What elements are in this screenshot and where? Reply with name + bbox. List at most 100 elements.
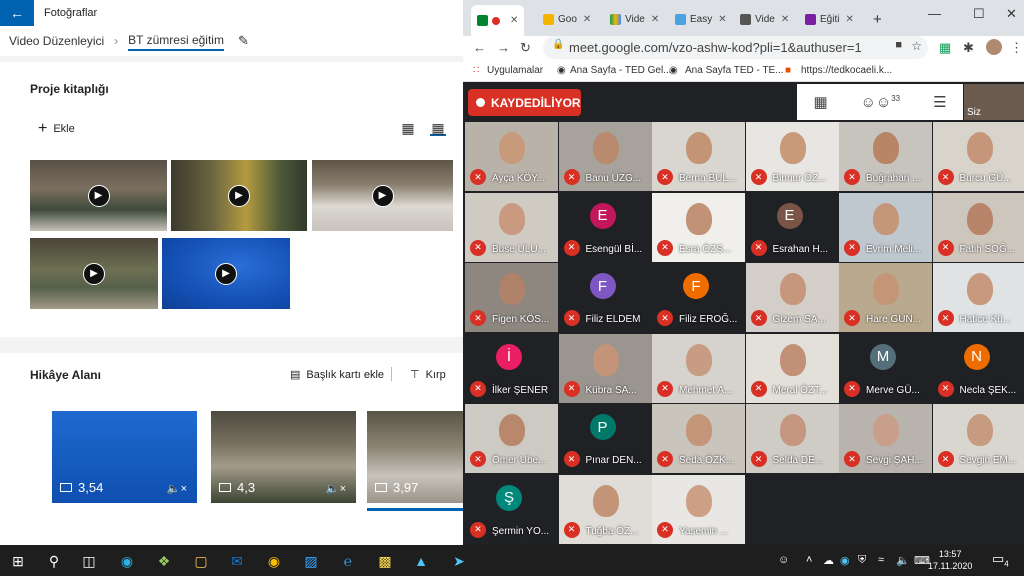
participant-tile[interactable]: ✕ Burcu GÜ... xyxy=(932,122,1024,191)
participant-tile[interactable]: F ✕ Filiz ELDEM xyxy=(558,263,652,332)
add-button[interactable]: + Ekle xyxy=(38,120,75,138)
photos-app-icon[interactable]: ▲ xyxy=(412,552,430,570)
sticky-notes-icon[interactable]: ▩ xyxy=(376,552,394,570)
tab-education[interactable]: Eğiti ✕ xyxy=(805,8,854,30)
breadcrumb-video-editor[interactable]: Video Düzenleyici xyxy=(9,34,104,48)
participant-tile[interactable]: ✕ Meral ÖZT... xyxy=(745,333,839,403)
library-clip[interactable]: ▶ xyxy=(312,160,453,231)
bookmark-tedkocaeli[interactable]: https://tedkocaeli.k... xyxy=(801,65,892,76)
sheets-extension-icon[interactable]: ▦ xyxy=(939,40,951,56)
reload-icon[interactable]: ↻ xyxy=(520,40,531,56)
clock[interactable]: 13:57 17.11.2020 xyxy=(928,548,972,572)
library-clip[interactable]: ▶ xyxy=(30,238,158,309)
add-title-card-button[interactable]: ▤ Başlık kartı ekle xyxy=(290,368,384,382)
participant-tile[interactable]: E ✕ Esengül Bİ... xyxy=(558,192,652,262)
task-view-icon[interactable]: ◫ xyxy=(80,552,98,570)
participant-tile[interactable]: ✕ Sevgi ŞAH... xyxy=(839,404,932,473)
close-window-icon[interactable]: ✕ xyxy=(1006,6,1017,22)
chat-icon[interactable]: ☰ xyxy=(933,93,946,111)
bookmark-ted-1[interactable]: Ana Sayfa - TED Gel... xyxy=(570,65,672,76)
new-tab-button[interactable]: + xyxy=(873,8,882,30)
storyboard-card[interactable]: 4,3 🔈× xyxy=(211,411,356,503)
tab-video[interactable]: Vide ✕ xyxy=(740,8,789,30)
participant-tile[interactable]: ✕ Yasemin ... xyxy=(652,474,745,544)
self-view-tile[interactable]: Siz xyxy=(964,84,1024,120)
minimize-icon[interactable]: — xyxy=(928,6,941,21)
bookmark-apps[interactable]: Uygulamalar xyxy=(487,65,543,76)
participant-tile[interactable]: ✕ Buse ULU... xyxy=(465,192,558,262)
participant-tile[interactable]: N ✕ Necla ŞEK... xyxy=(932,333,1024,403)
tab-meet[interactable]: ✕ xyxy=(471,5,525,36)
participant-tile[interactable]: ✕ Figen KÖS... xyxy=(465,263,558,332)
forward-icon[interactable]: → xyxy=(497,40,510,55)
participant-tile[interactable]: ✕ Sevgin EM... xyxy=(932,404,1024,473)
close-icon[interactable]: ✕ xyxy=(781,14,789,25)
participant-tile[interactable]: M ✕ Merve GÜ... xyxy=(839,333,932,403)
participant-tile[interactable]: ✕ Mehmet A... xyxy=(652,333,745,403)
tab-drive[interactable]: Vide ✕ xyxy=(610,8,659,30)
participant-tile[interactable]: ✕ Kübra SA... xyxy=(558,333,652,403)
back-arrow-icon[interactable]: ← xyxy=(0,0,34,26)
library-clip[interactable]: ▶ xyxy=(30,160,167,231)
feather-app-icon[interactable]: ❖ xyxy=(155,552,173,570)
camera-icon[interactable]: ■ xyxy=(895,39,902,51)
extensions-icon[interactable]: ✱ xyxy=(963,40,974,56)
app-tray-icon[interactable]: ◉ xyxy=(840,554,850,567)
people-tray-icon[interactable]: ☺ xyxy=(778,554,789,566)
notifications-icon[interactable]: ▭4 xyxy=(992,551,1009,569)
address-bar[interactable]: 🔒 meet.google.com/vzo-ashw-kod?pli=1&aut… xyxy=(543,36,928,59)
cloud-icon[interactable]: ☁ xyxy=(823,554,834,567)
file-explorer-icon[interactable]: ▢ xyxy=(192,552,210,570)
participant-tile[interactable]: İ ✕ İlker ŞENER xyxy=(465,333,558,403)
close-icon[interactable]: ✕ xyxy=(845,14,853,25)
participant-tile[interactable]: ✕ Buğrahan ... xyxy=(839,122,932,191)
participant-tile[interactable]: ✕ Ayça KÖY... xyxy=(465,122,558,191)
library-clip[interactable]: ▶ xyxy=(171,160,307,231)
storyboard-card[interactable]: 3,54 🔈× xyxy=(52,411,197,503)
internet-explorer-icon[interactable]: ℮ xyxy=(339,552,357,570)
participant-tile[interactable]: ✕ Ömer Ube... xyxy=(465,404,558,473)
participant-tile[interactable]: ✕ Hare GÜN... xyxy=(839,263,932,332)
storyboard-card[interactable]: 3,97 xyxy=(367,411,463,503)
mute-icon[interactable]: 🔈× xyxy=(326,482,346,495)
close-icon[interactable]: ✕ xyxy=(583,14,591,25)
volume-icon[interactable]: 🔈 xyxy=(896,554,910,567)
participant-tile[interactable]: ✕ Binnur ÖZ... xyxy=(745,122,839,191)
edge-legacy-icon[interactable]: ➤ xyxy=(450,552,468,570)
library-clip[interactable]: ▶ xyxy=(162,238,290,309)
people-button[interactable]: ☺☺33 xyxy=(861,94,901,111)
close-icon[interactable]: ✕ xyxy=(718,14,726,25)
tab-google[interactable]: Goo ✕ xyxy=(543,8,591,30)
crop-button[interactable]: ⊤ Kırp xyxy=(410,368,446,382)
menu-icon[interactable]: ⋮ xyxy=(1010,40,1023,56)
participant-tile[interactable]: E ✕ Esrahan H... xyxy=(745,192,839,262)
participant-tile[interactable]: P ✕ Pınar DEN... xyxy=(558,404,652,473)
wifi-icon[interactable]: ≈ xyxy=(878,554,884,566)
participant-tile[interactable]: ✕ Seda ÖZK... xyxy=(652,404,745,473)
participant-tile[interactable]: ✕ Hatice Kü... xyxy=(932,263,1024,332)
participant-tile[interactable]: ✕ Evrim Meli... xyxy=(839,192,932,262)
edge-icon[interactable]: ◉ xyxy=(118,552,136,570)
layout-grid-icon[interactable]: ▦ xyxy=(813,93,827,111)
small-grid-view-icon[interactable]: ▦ xyxy=(430,120,446,136)
security-icon[interactable]: ⛨ xyxy=(858,554,866,567)
outlook-icon[interactable]: ✉ xyxy=(228,552,246,570)
back-icon[interactable]: ← xyxy=(473,40,486,55)
participant-tile[interactable]: ✕ Tuğba ÖZ... xyxy=(558,474,652,544)
participant-tile[interactable]: ✕ Selda DE... xyxy=(745,404,839,473)
participant-tile[interactable]: Ş ✕ Şermin YO... xyxy=(465,474,558,544)
chevron-up-icon[interactable]: ˄ xyxy=(806,554,812,566)
participant-tile[interactable]: ✕ Gizem SA... xyxy=(745,263,839,332)
close-icon[interactable]: ✕ xyxy=(510,15,518,26)
close-icon[interactable]: ✕ xyxy=(651,14,659,25)
participant-tile[interactable]: ✕ Berna BUL... xyxy=(652,122,745,191)
participant-tile[interactable]: ✕ Banu ÜZG... xyxy=(558,122,652,191)
participant-tile[interactable]: F ✕ Filiz EROĞ... xyxy=(652,263,745,332)
maximize-icon[interactable]: ☐ xyxy=(973,6,985,22)
search-icon[interactable]: ⚲ xyxy=(45,552,63,570)
mute-icon[interactable]: 🔈× xyxy=(167,482,187,495)
participant-tile[interactable]: ✕ Fatih SOĞ... xyxy=(932,192,1024,262)
bookmark-ted-2[interactable]: Ana Sayfa TED - TE... xyxy=(685,65,784,76)
avatar[interactable] xyxy=(986,39,1002,55)
large-grid-view-icon[interactable]: ▦ xyxy=(400,120,416,136)
